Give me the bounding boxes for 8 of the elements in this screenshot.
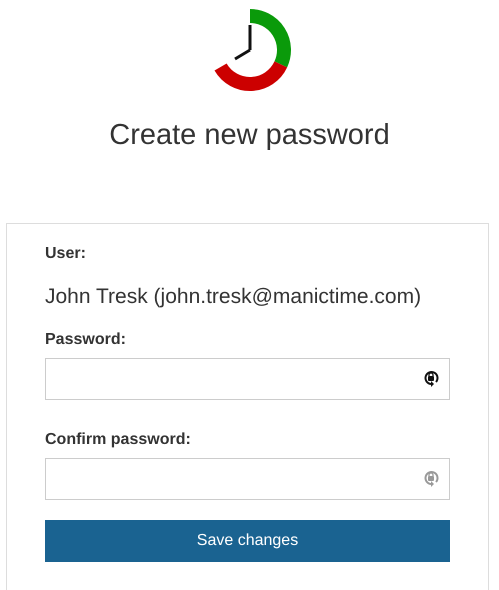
save-button[interactable]: Save changes bbox=[45, 520, 450, 562]
field-label: Password: bbox=[45, 330, 127, 350]
page-title: Create new password bbox=[108, 119, 391, 152]
user-name: John Tresk (john.tresk@manictime.com) bbox=[45, 284, 422, 310]
user-label: User: bbox=[45, 244, 87, 264]
password-field[interactable] bbox=[45, 358, 450, 400]
password-field[interactable] bbox=[45, 458, 450, 500]
field-label: Confirm password: bbox=[45, 430, 192, 450]
